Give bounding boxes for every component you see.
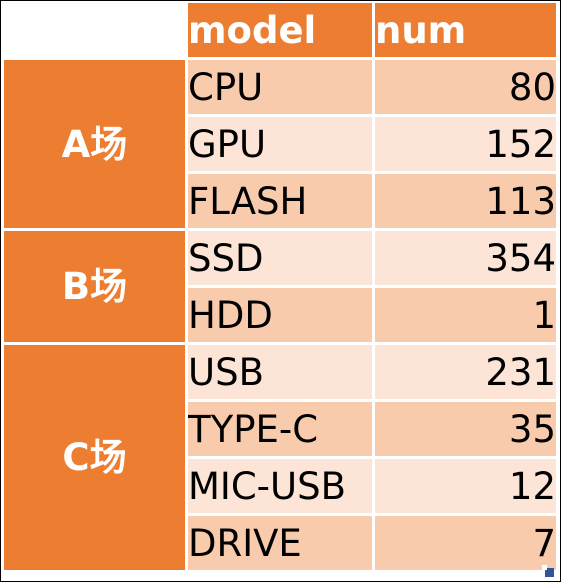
- model-cell[interactable]: SSD: [188, 231, 372, 285]
- num-cell[interactable]: 113: [375, 174, 556, 228]
- num-cell[interactable]: 35: [375, 402, 556, 456]
- num-cell[interactable]: 12: [375, 459, 556, 513]
- num-cell[interactable]: 354: [375, 231, 556, 285]
- table-row: C场 USB 231: [4, 345, 556, 570]
- group-cell-a[interactable]: A场: [4, 60, 185, 228]
- model-cell[interactable]: MIC-USB: [188, 459, 372, 513]
- model-cell[interactable]: TYPE-C: [188, 402, 372, 456]
- num-cell[interactable]: 1: [375, 288, 556, 342]
- num-cell[interactable]: 231: [375, 345, 556, 399]
- num-cell[interactable]: 80: [375, 60, 556, 114]
- header-cell-num[interactable]: num: [375, 3, 556, 57]
- empty-corner-cell[interactable]: [4, 3, 185, 57]
- num-cell[interactable]: 7: [375, 516, 556, 570]
- group-cell-c[interactable]: C场: [4, 345, 185, 570]
- fill-handle[interactable]: [542, 565, 554, 577]
- data-table: model num A场 CPU 80 GPU 152 FLASH 113 B场…: [1, 0, 559, 573]
- num-cell[interactable]: 152: [375, 117, 556, 171]
- model-cell[interactable]: DRIVE: [188, 516, 372, 570]
- model-cell[interactable]: FLASH: [188, 174, 372, 228]
- header-cell-model[interactable]: model: [188, 3, 372, 57]
- table-row: A场 CPU 80: [4, 60, 556, 228]
- model-cell[interactable]: USB: [188, 345, 372, 399]
- table-row: B场 SSD 354: [4, 231, 556, 342]
- spreadsheet-range: model num A场 CPU 80 GPU 152 FLASH 113 B场…: [0, 0, 561, 582]
- model-cell[interactable]: CPU: [188, 60, 372, 114]
- model-cell[interactable]: GPU: [188, 117, 372, 171]
- header-row: model num: [4, 3, 556, 57]
- model-cell[interactable]: HDD: [188, 288, 372, 342]
- group-cell-b[interactable]: B场: [4, 231, 185, 342]
